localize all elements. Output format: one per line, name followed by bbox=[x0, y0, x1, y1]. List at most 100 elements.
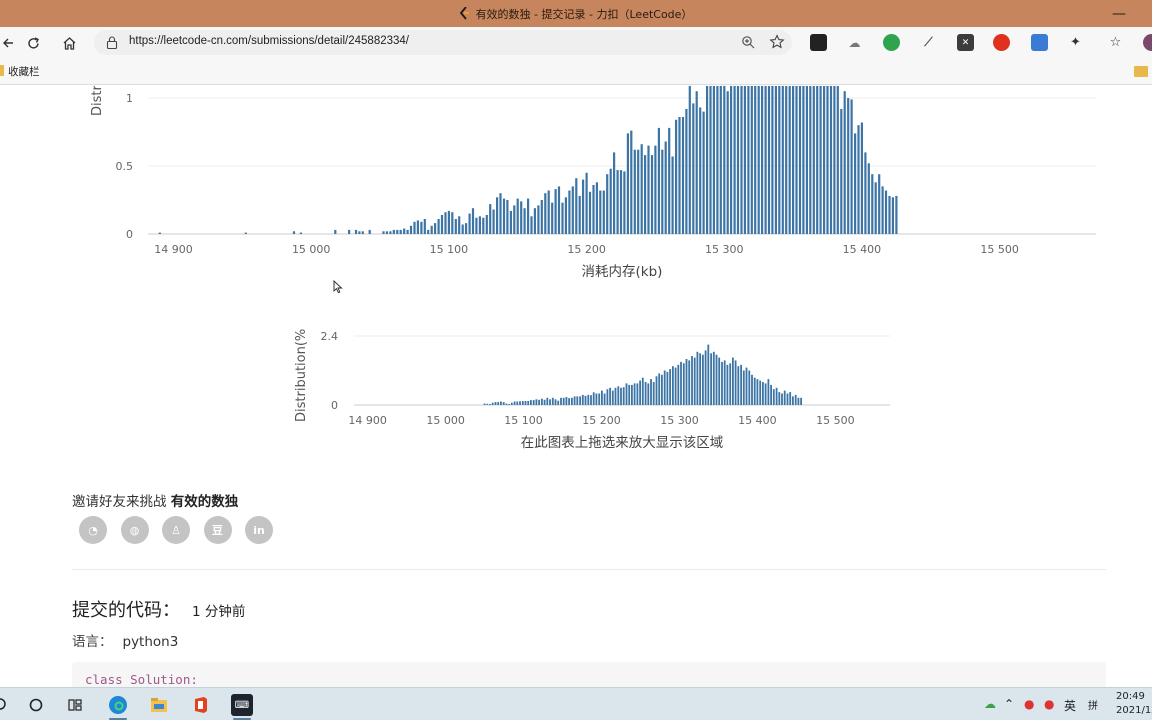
chart1-bar[interactable] bbox=[654, 145, 657, 234]
back-icon[interactable] bbox=[0, 33, 18, 53]
chart1-bar[interactable] bbox=[847, 98, 850, 234]
chart2-bar[interactable] bbox=[489, 404, 491, 405]
chart2-bar[interactable] bbox=[737, 366, 740, 405]
address-bar[interactable]: https://leetcode-cn.com/submissions/deta… bbox=[94, 30, 792, 55]
chart1-bar[interactable] bbox=[527, 198, 530, 234]
chart1-bar[interactable] bbox=[458, 216, 461, 234]
chart2-bar[interactable] bbox=[581, 394, 584, 405]
chart2-bar[interactable] bbox=[702, 354, 704, 405]
chart1-bar[interactable] bbox=[602, 190, 605, 235]
chart1-bar[interactable] bbox=[778, 86, 781, 234]
chart2-bar[interactable] bbox=[603, 393, 606, 406]
chart2-bar[interactable] bbox=[546, 397, 549, 405]
chart1-bar[interactable] bbox=[640, 144, 643, 234]
chart1-bar[interactable] bbox=[389, 231, 392, 234]
chart2-bar[interactable] bbox=[721, 361, 723, 405]
chart1-bar[interactable] bbox=[468, 213, 471, 234]
chart1-bar[interactable] bbox=[475, 217, 478, 234]
chart1-bar[interactable] bbox=[571, 186, 574, 234]
chart2-bar[interactable] bbox=[521, 401, 524, 405]
show-hidden-icon[interactable]: ⌃ bbox=[1004, 697, 1014, 711]
chart1-bar[interactable] bbox=[416, 220, 419, 234]
chart1-bar[interactable] bbox=[465, 223, 468, 234]
chart1-bar[interactable] bbox=[406, 229, 409, 234]
chart2-bar[interactable] bbox=[650, 379, 652, 405]
chart1-bar[interactable] bbox=[516, 198, 519, 234]
chart1-bar[interactable] bbox=[496, 197, 499, 234]
task-view-icon[interactable] bbox=[64, 694, 86, 716]
chart2-bar[interactable] bbox=[513, 401, 516, 406]
chart2-bar[interactable] bbox=[775, 387, 778, 406]
chart1-bar[interactable] bbox=[664, 141, 667, 235]
chart2-bar[interactable] bbox=[764, 383, 767, 405]
chart2-bar[interactable] bbox=[778, 392, 781, 405]
chart2-bar[interactable] bbox=[500, 401, 502, 406]
chart1-bar[interactable] bbox=[854, 133, 857, 234]
chart2-bar[interactable] bbox=[781, 393, 783, 406]
chart2-bar[interactable] bbox=[770, 384, 772, 405]
chart1-bar[interactable] bbox=[530, 216, 533, 234]
favorites-icon[interactable]: ☆ bbox=[1107, 34, 1124, 51]
url-text[interactable]: https://leetcode-cn.com/submissions/deta… bbox=[129, 35, 409, 47]
chart1-bar[interactable] bbox=[829, 86, 833, 234]
chart1-bar[interactable] bbox=[888, 195, 891, 234]
chart1-bar[interactable] bbox=[802, 86, 805, 234]
chart1-bar[interactable] bbox=[736, 86, 740, 234]
chart1-bar[interactable] bbox=[533, 208, 536, 234]
chart2-bar[interactable] bbox=[584, 395, 587, 405]
chart2-bar[interactable] bbox=[740, 364, 742, 406]
chart2-bar[interactable] bbox=[505, 403, 508, 405]
chart1-bar[interactable] bbox=[781, 86, 784, 234]
chart1-bar[interactable] bbox=[699, 107, 702, 235]
chart1-bar[interactable] bbox=[430, 225, 433, 234]
cortana-icon[interactable] bbox=[25, 694, 47, 716]
chart2-bar[interactable] bbox=[598, 393, 601, 406]
chart1-bar[interactable] bbox=[595, 182, 598, 234]
chart1-bar[interactable] bbox=[692, 103, 695, 235]
chart1-bar[interactable] bbox=[740, 86, 743, 234]
chart1-bar[interactable] bbox=[761, 86, 764, 234]
system-clock[interactable]: 20:49 2021/12 bbox=[1116, 690, 1152, 718]
chart1-bar[interactable] bbox=[561, 202, 564, 234]
chart2-bar[interactable] bbox=[532, 400, 535, 405]
chart1-bar[interactable] bbox=[706, 86, 709, 234]
chart1-bar[interactable] bbox=[712, 86, 715, 234]
chart2-bar[interactable] bbox=[606, 389, 609, 405]
chart1-bar[interactable] bbox=[599, 190, 602, 235]
chart2-bar[interactable] bbox=[573, 396, 576, 405]
chart1-bar[interactable] bbox=[833, 86, 836, 234]
chart1-bar[interactable] bbox=[823, 86, 826, 234]
qq-tray-2-icon[interactable]: ● bbox=[1044, 697, 1054, 711]
chart2-bar[interactable] bbox=[682, 363, 685, 405]
chart2-bar[interactable] bbox=[707, 344, 710, 405]
chart2-bar[interactable] bbox=[772, 389, 775, 405]
share-linkedin-button[interactable]: in bbox=[245, 516, 273, 544]
memory-distribution-chart[interactable]: Distr 1 0.5 0 14 900 15 000 15 100 15 200 15… bbox=[0, 86, 1152, 286]
chart1-bar[interactable] bbox=[609, 168, 612, 234]
chart1-bar[interactable] bbox=[451, 212, 454, 234]
chart1-bar[interactable] bbox=[399, 229, 402, 234]
chart1-bar[interactable] bbox=[292, 231, 296, 234]
chart1-bar[interactable] bbox=[420, 221, 423, 234]
chart2-bar[interactable] bbox=[672, 366, 674, 405]
chart2-bar[interactable] bbox=[663, 370, 666, 406]
chart2-bar[interactable] bbox=[715, 354, 718, 405]
wifi-tray-icon[interactable]: ☁ bbox=[984, 697, 996, 711]
chart1-bar[interactable] bbox=[540, 200, 543, 234]
other-favorites-icon[interactable] bbox=[1134, 66, 1148, 77]
chart1-bar[interactable] bbox=[750, 86, 753, 234]
chart2-bar[interactable] bbox=[530, 400, 532, 405]
chart1-bar[interactable] bbox=[513, 205, 516, 234]
chart1-bar[interactable] bbox=[678, 117, 681, 234]
chart2-bar[interactable] bbox=[609, 387, 611, 406]
chart1-bar[interactable] bbox=[633, 149, 636, 234]
chart2-bar[interactable] bbox=[565, 397, 568, 406]
chart1-bar[interactable] bbox=[764, 86, 767, 234]
refresh-icon[interactable] bbox=[23, 33, 43, 53]
terminal-app-icon[interactable]: ⌨ bbox=[231, 694, 253, 716]
chart1-bar[interactable] bbox=[771, 86, 774, 234]
chart1-bar[interactable] bbox=[871, 174, 874, 234]
chart1-bar[interactable] bbox=[489, 204, 492, 234]
chart1-bar[interactable] bbox=[675, 119, 678, 234]
chart1-bar[interactable] bbox=[878, 174, 881, 234]
